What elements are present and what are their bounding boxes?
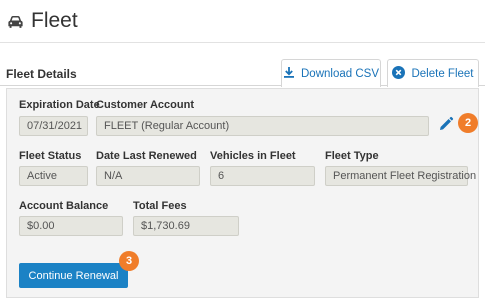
header-divider — [0, 42, 485, 43]
expiration-date-field: 07/31/2021 — [19, 116, 88, 136]
customer-account-field: FLEET (Regular Account) — [96, 116, 429, 136]
section-title: Fleet Details — [6, 67, 77, 81]
total-fees-field: $1,730.69 — [133, 216, 239, 236]
delete-fleet-button[interactable]: Delete Fleet — [387, 59, 479, 87]
vehicles-in-fleet-label: Vehicles in Fleet — [210, 150, 296, 162]
download-icon — [283, 66, 295, 81]
continue-renewal-button[interactable]: Continue Renewal — [19, 263, 128, 288]
step-badge-2: 2 — [458, 113, 478, 133]
car-icon — [8, 15, 23, 28]
page-header: Fleet — [5, 6, 78, 36]
fleet-status-field: Active — [19, 166, 88, 186]
customer-account-label: Customer Account — [96, 99, 194, 111]
date-last-renewed-label: Date Last Renewed — [96, 150, 197, 162]
total-fees-label: Total Fees — [133, 200, 187, 212]
fleet-status-label: Fleet Status — [19, 150, 82, 162]
download-csv-button[interactable]: Download CSV — [281, 59, 381, 87]
vehicles-in-fleet-field: 6 — [210, 166, 315, 186]
page-title: Fleet — [31, 9, 78, 32]
step-badge-3: 3 — [119, 251, 139, 271]
fleet-type-field: Permanent Fleet Registration — [325, 166, 476, 186]
pencil-icon[interactable] — [438, 116, 454, 132]
close-circle-icon — [392, 65, 406, 82]
download-csv-label: Download CSV — [301, 67, 379, 80]
account-balance-field: $0.00 — [19, 216, 123, 236]
account-balance-label: Account Balance — [19, 200, 109, 212]
expiration-date-label: Expiration Date — [19, 99, 100, 111]
fleet-type-label: Fleet Type — [325, 150, 379, 162]
date-last-renewed-field: N/A — [96, 166, 200, 186]
delete-fleet-label: Delete Fleet — [411, 67, 474, 80]
